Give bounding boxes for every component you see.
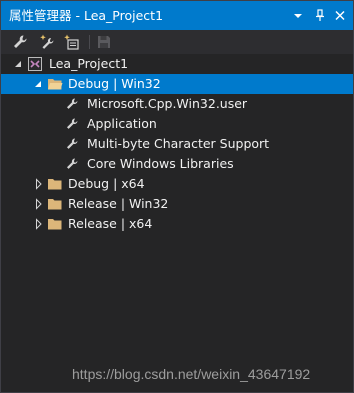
property-sheet-label: Application	[87, 116, 157, 131]
add-existing-property-sheet-icon[interactable]	[63, 33, 81, 51]
collapsed-arrow-icon[interactable]	[34, 174, 44, 194]
tree-config-label: Debug | Win32	[68, 76, 161, 91]
tree-property-sheet[interactable]: Multi-byte Character Support	[1, 134, 353, 154]
property-sheet-label: Microsoft.Cpp.Win32.user	[87, 96, 248, 111]
property-sheet-label: Core Windows Libraries	[87, 156, 234, 171]
property-sheet-label: Multi-byte Character Support	[87, 136, 270, 151]
property-manager-panel: 属性管理器 - Lea_Project1 Lea_Project1 Debug …	[0, 0, 354, 393]
tree-property-sheet[interactable]: Application	[1, 114, 353, 134]
tree-config-label: Release | x64	[68, 216, 153, 231]
expanded-arrow-icon[interactable]	[13, 54, 23, 74]
collapsed-arrow-icon[interactable]	[34, 214, 44, 234]
expanded-arrow-icon[interactable]	[33, 74, 43, 94]
folder-icon	[47, 194, 63, 214]
tree-root-label: Lea_Project1	[49, 56, 129, 71]
panel-toolbar	[1, 30, 353, 54]
tree-config-release-win32[interactable]: Release | Win32	[1, 194, 353, 214]
collapsed-arrow-icon[interactable]	[34, 194, 44, 214]
tree-config-label: Release | Win32	[68, 196, 169, 211]
properties-wrench-icon[interactable]	[11, 33, 29, 51]
tree-property-sheet[interactable]: Microsoft.Cpp.Win32.user	[1, 94, 353, 114]
save-disabled-icon	[95, 33, 113, 51]
close-icon[interactable]	[333, 7, 347, 29]
project-icon	[27, 54, 43, 74]
tree-config-release-x64[interactable]: Release | x64	[1, 214, 353, 234]
tree-config-label: Debug | x64	[68, 176, 145, 191]
wrench-icon	[65, 94, 79, 114]
add-new-property-sheet-icon[interactable]	[39, 33, 57, 51]
wrench-icon	[65, 114, 79, 134]
tree-config-debug-win32[interactable]: Debug | Win32	[1, 74, 353, 94]
panel-title: 属性管理器 - Lea_Project1	[9, 8, 164, 23]
folder-icon	[47, 214, 63, 234]
watermark-url: https://blog.csdn.net/weixin_43647192	[72, 366, 311, 382]
folder-open-icon	[47, 74, 63, 94]
tree-root-project[interactable]: Lea_Project1	[1, 54, 353, 74]
toolbar-separator	[89, 35, 90, 49]
panel-titlebar: 属性管理器 - Lea_Project1	[1, 1, 353, 30]
wrench-icon	[65, 134, 79, 154]
tree-config-debug-x64[interactable]: Debug | x64	[1, 174, 353, 194]
wrench-icon	[65, 154, 79, 174]
dropdown-arrow-icon[interactable]	[291, 7, 305, 29]
tree-property-sheet[interactable]: Core Windows Libraries	[1, 154, 353, 174]
pin-icon[interactable]	[313, 7, 327, 29]
folder-icon	[47, 174, 63, 194]
